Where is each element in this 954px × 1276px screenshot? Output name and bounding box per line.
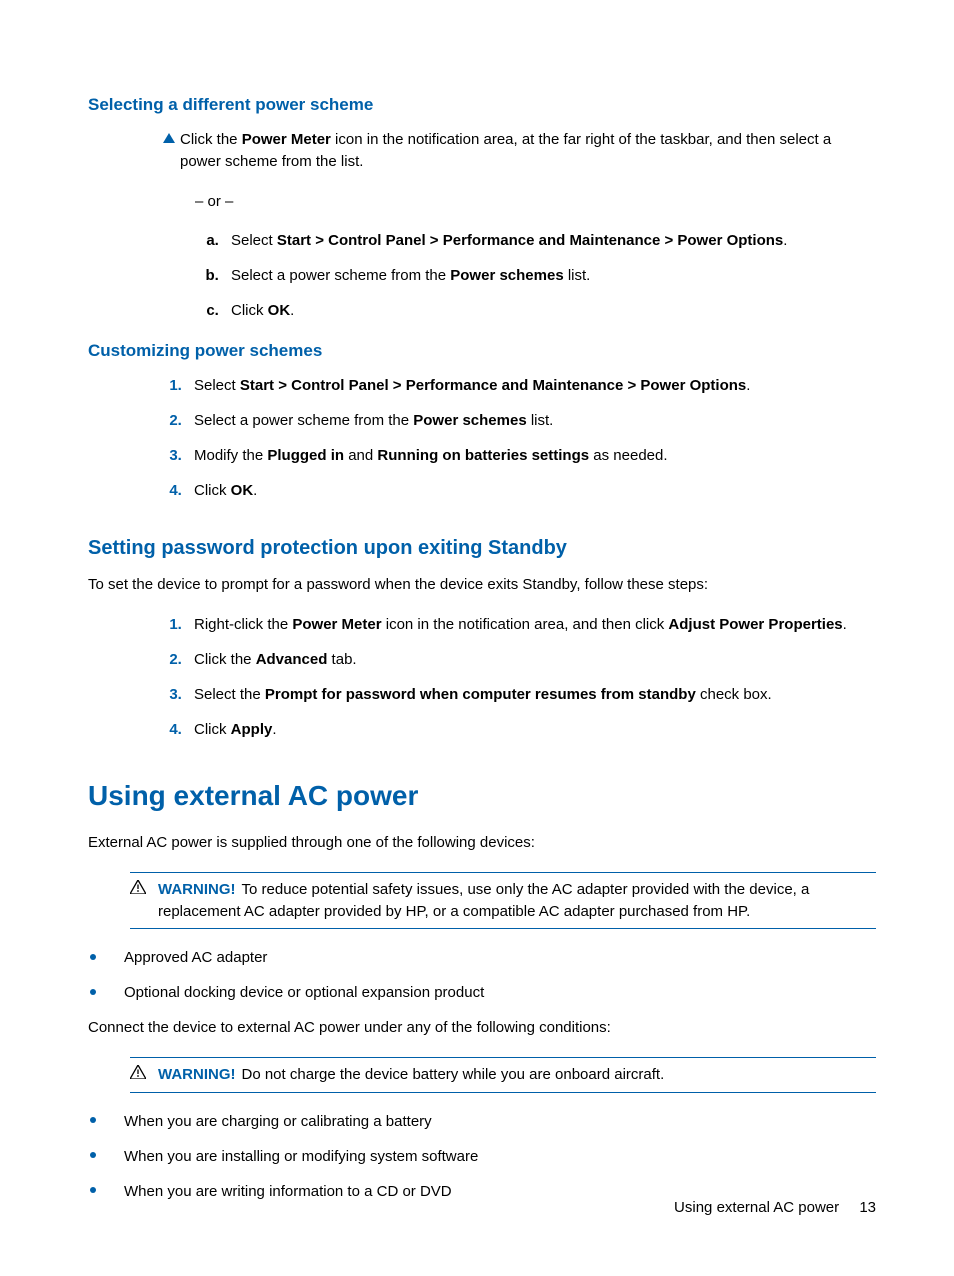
text: icon in the notification area, and then … [382, 616, 669, 633]
text-bold: Power schemes [413, 412, 526, 429]
numbered-list: Right-click the Power Meter icon in the … [158, 614, 876, 740]
text: Right-click the [194, 616, 292, 633]
text: Click [194, 721, 231, 738]
list-item: When you are installing or modifying sys… [88, 1146, 876, 1167]
footer-text: Using external AC power [674, 1199, 839, 1216]
list-item: Click OK. [223, 300, 876, 321]
text-bold: Power Meter [242, 131, 331, 148]
text: Click [194, 482, 231, 499]
list-item: Optional docking device or optional expa… [88, 982, 876, 1003]
warning-icon [130, 879, 158, 894]
warning-box: WARNING!To reduce potential safety issue… [130, 872, 876, 930]
heading-selecting-scheme: Selecting a different power scheme [88, 95, 876, 115]
text: Select the [194, 686, 265, 703]
text: . [290, 302, 294, 319]
text: Select [194, 377, 240, 394]
bullet-list: Approved AC adapter Optional docking dev… [88, 947, 876, 1003]
text-bold: Start > Control Panel > Performance and … [240, 377, 746, 394]
text-bold: Power Meter [292, 616, 381, 633]
note-body: Click the Power Meter icon in the notifi… [180, 129, 876, 173]
text: Click [231, 302, 268, 319]
text-bold: Prompt for password when computer resume… [265, 686, 696, 703]
text: . [272, 721, 276, 738]
page-number: 13 [859, 1199, 876, 1216]
text-bold: Advanced [256, 651, 328, 668]
warning-body: WARNING! Do not charge the device battery… [158, 1064, 876, 1086]
text-bold: Apply [231, 721, 273, 738]
note-row: Click the Power Meter icon in the notifi… [158, 129, 876, 173]
text: Click the [194, 651, 256, 668]
list-item: Click the Advanced tab. [186, 649, 876, 670]
warning-text: To reduce potential safety issues, use o… [158, 881, 809, 920]
or-separator: – or – [195, 191, 876, 213]
text: and [344, 447, 377, 464]
text: tab. [327, 651, 356, 668]
warning-text: Do not charge the device battery while y… [242, 1066, 665, 1083]
text: Select [231, 232, 277, 249]
page-footer: Using external AC power 13 [674, 1199, 876, 1216]
paragraph: Connect the device to external AC power … [88, 1017, 876, 1039]
text-bold: Start > Control Panel > Performance and … [277, 232, 783, 249]
document-page: Selecting a different power scheme Click… [0, 0, 954, 1276]
text-bold: OK [231, 482, 254, 499]
list-item: Select the Prompt for password when comp… [186, 684, 876, 705]
warning-label: WARNING! [158, 1066, 236, 1083]
list-item: Approved AC adapter [88, 947, 876, 968]
text: Modify the [194, 447, 267, 464]
text-bold: Power schemes [450, 267, 563, 284]
heading-external-ac: Using external AC power [88, 780, 876, 812]
text: list. [527, 412, 554, 429]
text-bold: Adjust Power Properties [668, 616, 842, 633]
numbered-list: Select Start > Control Panel > Performan… [158, 375, 876, 501]
text: . [253, 482, 257, 499]
warning-box: WARNING! Do not charge the device battery… [130, 1057, 876, 1093]
list-item: Modify the Plugged in and Running on bat… [186, 445, 876, 466]
text: Select a power scheme from the [194, 412, 413, 429]
list-item: Select Start > Control Panel > Performan… [223, 230, 876, 251]
text: as needed. [589, 447, 667, 464]
intro-paragraph: To set the device to prompt for a passwo… [88, 574, 876, 596]
text: . [843, 616, 847, 633]
text: . [783, 232, 787, 249]
text-bold: Running on batteries settings [377, 447, 589, 464]
heading-password-protection: Setting password protection upon exiting… [88, 537, 876, 560]
text-bold: OK [268, 302, 291, 319]
bullet-list: When you are charging or calibrating a b… [88, 1111, 876, 1202]
list-item: Select a power scheme from the Power sch… [223, 265, 876, 286]
list-item: Select Start > Control Panel > Performan… [186, 375, 876, 396]
warning-body: WARNING!To reduce potential safety issue… [158, 879, 876, 923]
text: Select a power scheme from the [231, 267, 450, 284]
list-item: Select a power scheme from the Power sch… [186, 410, 876, 431]
triangle-up-icon [158, 129, 180, 143]
text: Click the [180, 131, 242, 148]
warning-label: WARNING! [158, 881, 236, 898]
list-item: Right-click the Power Meter icon in the … [186, 614, 876, 635]
text: list. [564, 267, 591, 284]
text: . [746, 377, 750, 394]
text: check box. [696, 686, 772, 703]
list-item: When you are charging or calibrating a b… [88, 1111, 876, 1132]
alpha-list: Select Start > Control Panel > Performan… [195, 230, 876, 321]
list-item: Click OK. [186, 480, 876, 501]
list-item: Click Apply. [186, 719, 876, 740]
intro-paragraph: External AC power is supplied through on… [88, 832, 876, 854]
heading-customizing: Customizing power schemes [88, 341, 876, 361]
warning-icon [130, 1064, 158, 1079]
text-bold: Plugged in [267, 447, 344, 464]
